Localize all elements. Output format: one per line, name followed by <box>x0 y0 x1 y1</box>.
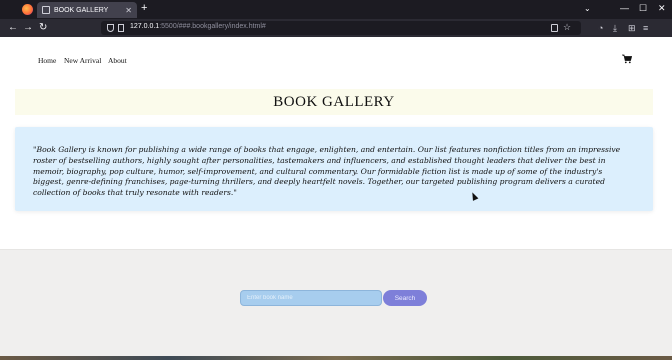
bookmark-star-icon[interactable]: ☆ <box>563 22 571 33</box>
url-text[interactable]: 127.0.0.1:5500/###.bookgallery/index.htm… <box>130 23 266 30</box>
url-bar[interactable]: 127.0.0.1:5500/###.bookgallery/index.htm… <box>101 21 581 35</box>
nav-link-home[interactable]: Home <box>38 56 56 65</box>
description-box: "Book Gallery is known for publishing a … <box>15 127 653 211</box>
extensions-icon[interactable]: ⊞ <box>628 23 636 33</box>
maximize-icon[interactable]: ☐ <box>639 3 647 14</box>
url-host: 127.0.0.1 <box>130 23 160 30</box>
shopping-cart-icon[interactable] <box>622 54 632 64</box>
new-tab-button[interactable]: + <box>141 3 147 14</box>
browser-navbar: ← → ↻ 127.0.0.1:5500/###.bookgallery/ind… <box>0 19 672 37</box>
page-viewport: Home New Arrival About BOOK GALLERY "Boo… <box>0 37 672 360</box>
downloads-icon[interactable]: ⤓ <box>613 23 617 33</box>
browser-titlebar: BOOK GALLERY ✕ + ⌄ — ☐ ✕ <box>0 0 672 19</box>
list-tabs-chevron-icon[interactable]: ⌄ <box>584 4 591 13</box>
nav-link-about[interactable]: About <box>108 56 127 65</box>
site-navbar: Home New Arrival About <box>0 37 672 82</box>
search-input[interactable] <box>240 290 382 306</box>
tab-title: BOOK GALLERY <box>54 6 109 14</box>
tab-favicon-icon <box>42 6 50 14</box>
window-close-icon[interactable]: ✕ <box>658 3 666 14</box>
tab-close-icon[interactable]: ✕ <box>125 6 132 15</box>
taskbar-strip <box>0 356 672 360</box>
page-title: BOOK GALLERY <box>273 94 395 110</box>
back-icon[interactable]: ← <box>8 22 18 33</box>
page-title-band: BOOK GALLERY <box>15 89 653 115</box>
browser-tab[interactable]: BOOK GALLERY ✕ <box>37 2 137 18</box>
reader-view-icon[interactable] <box>551 24 558 32</box>
firefox-logo-icon <box>22 4 33 15</box>
nav-link-new-arrival[interactable]: New Arrival <box>64 56 101 65</box>
forward-icon[interactable]: → <box>23 22 33 33</box>
url-path: :5500/###.bookgallery/index.html# <box>159 23 266 30</box>
search-section: Search <box>0 249 672 360</box>
page-info-icon[interactable] <box>118 24 124 32</box>
search-button[interactable]: Search <box>383 290 427 306</box>
minimize-icon[interactable]: — <box>620 3 629 13</box>
pocket-icon[interactable]: ◔ <box>598 23 603 33</box>
reload-icon[interactable]: ↻ <box>39 22 47 33</box>
description-text: "Book Gallery is known for publishing a … <box>33 145 621 198</box>
tracking-shield-icon[interactable] <box>107 24 114 32</box>
app-menu-icon[interactable]: ≡ <box>643 23 648 33</box>
